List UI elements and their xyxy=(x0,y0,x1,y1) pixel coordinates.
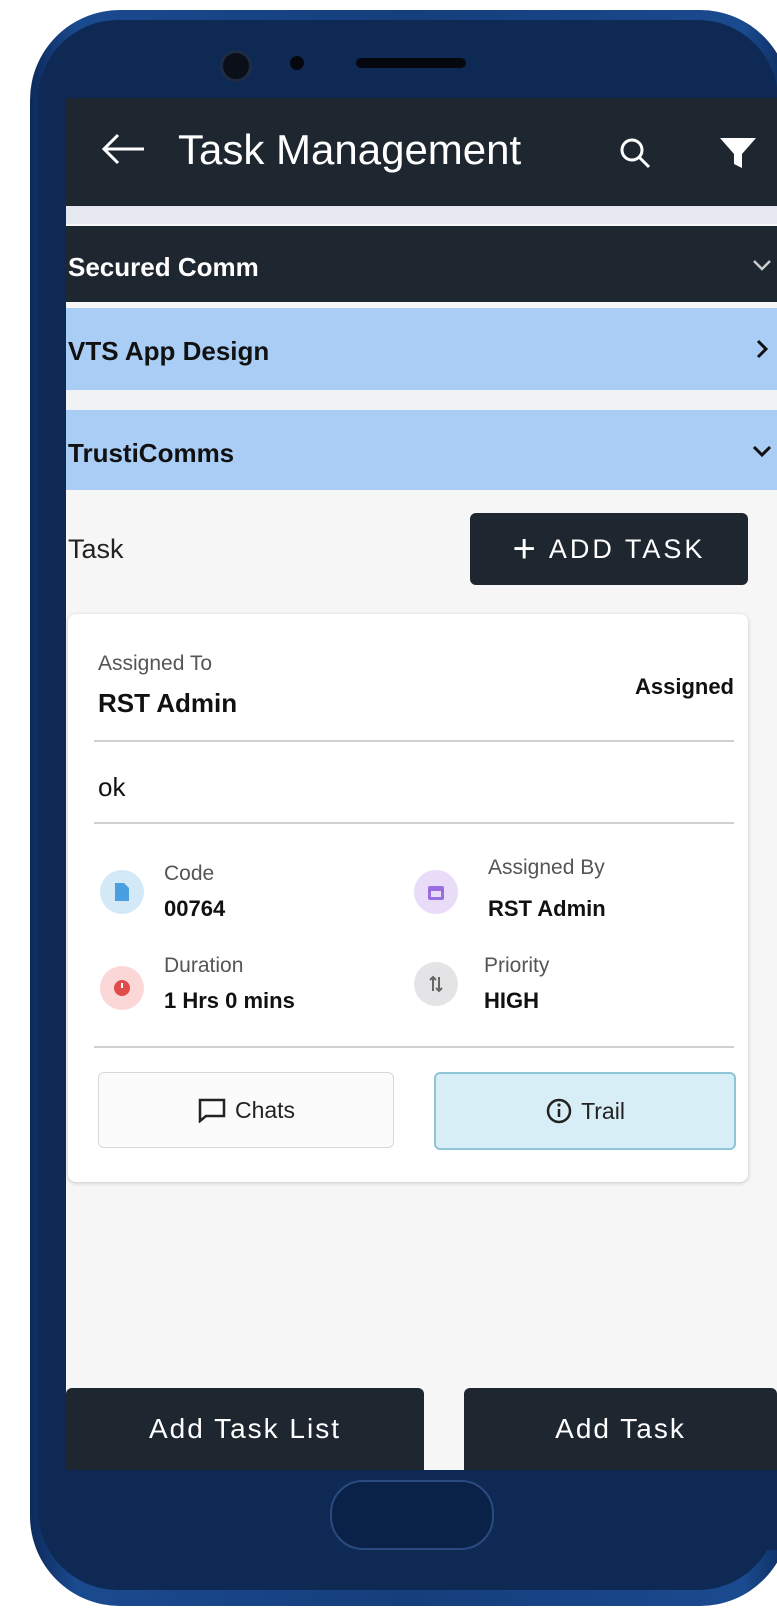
chat-bubble-icon xyxy=(198,1098,226,1123)
duration-label: Duration xyxy=(164,954,244,977)
app-screen: Task Management Secured Comm VTS App Des… xyxy=(66,98,777,1470)
assigned-by-value: RST Admin xyxy=(488,896,606,921)
chats-button-label: Chats xyxy=(234,1096,296,1123)
add-task-button-label: ADD TASK xyxy=(548,533,706,564)
task-section-label: Task xyxy=(68,534,124,564)
section-label: Secured Comm xyxy=(68,252,259,282)
section-label: TrustiComms xyxy=(68,438,235,468)
trail-button-label: Trail xyxy=(581,1097,625,1124)
search-icon[interactable] xyxy=(618,136,652,170)
task-description: ok xyxy=(98,772,126,802)
divider xyxy=(66,390,777,410)
add-task-button[interactable]: + ADD TASK xyxy=(470,513,748,585)
divider xyxy=(94,1046,734,1048)
home-button[interactable] xyxy=(330,1480,494,1550)
code-label: Code xyxy=(164,862,215,885)
divider xyxy=(94,822,734,824)
proximity-sensor xyxy=(290,56,304,70)
section-label: VTS App Design xyxy=(68,336,270,366)
chevron-down-icon xyxy=(752,445,772,458)
code-value: 00764 xyxy=(164,896,226,921)
add-task-list-button[interactable]: Add Task List xyxy=(66,1388,424,1470)
filter-icon[interactable] xyxy=(718,136,758,170)
section-vts-app-design[interactable]: VTS App Design xyxy=(66,308,777,390)
assigned-to-label: Assigned To xyxy=(98,652,213,675)
divider xyxy=(66,206,777,224)
earpiece-speaker xyxy=(356,58,466,68)
priority-label: Priority xyxy=(484,954,550,977)
document-icon xyxy=(100,870,144,914)
clock-icon xyxy=(100,966,144,1010)
sort-icon xyxy=(414,962,458,1006)
calendar-icon xyxy=(414,870,458,914)
assigned-to-value: RST Admin xyxy=(98,688,238,718)
plus-icon: + xyxy=(512,526,539,571)
front-camera xyxy=(220,50,252,82)
task-card[interactable]: Assigned To RST Admin Assigned ok Code 0… xyxy=(68,614,748,1182)
arrow-left-icon[interactable] xyxy=(98,124,148,174)
chats-button[interactable]: Chats xyxy=(98,1072,394,1148)
app-bar: Task Management xyxy=(66,98,777,206)
add-task-bottom-button[interactable]: Add Task xyxy=(464,1388,777,1470)
priority-value: HIGH xyxy=(484,988,539,1013)
trail-button[interactable]: Trail xyxy=(434,1072,736,1150)
info-icon xyxy=(546,1098,572,1124)
divider xyxy=(94,740,734,742)
chevron-right-icon xyxy=(756,339,769,359)
page-title: Task Management xyxy=(178,126,522,173)
duration-value: 1 Hrs 0 mins xyxy=(164,988,295,1013)
assigned-by-label: Assigned By xyxy=(488,856,605,879)
chevron-down-icon xyxy=(753,260,771,271)
section-secured-comm[interactable]: Secured Comm xyxy=(66,226,777,302)
section-trusticomms[interactable]: TrustiComms xyxy=(66,410,777,490)
status-badge: Assigned xyxy=(634,674,734,699)
